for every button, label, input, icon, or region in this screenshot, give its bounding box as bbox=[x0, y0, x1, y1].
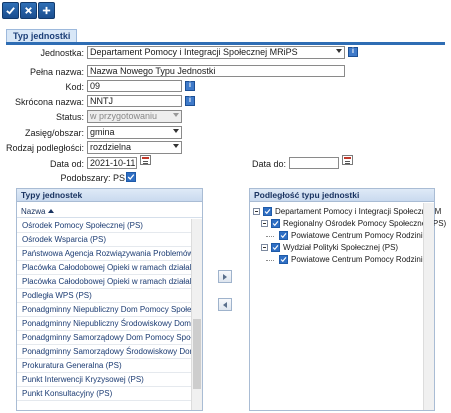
podobszary-label: Podobszary: PS bbox=[60, 173, 125, 183]
tree-checkbox[interactable] bbox=[279, 231, 288, 240]
move-left-button[interactable] bbox=[218, 298, 232, 311]
nazwa-column-label: Nazwa bbox=[21, 207, 46, 216]
list-item[interactable]: Punkt Konsultacyjny (PS) bbox=[17, 387, 199, 401]
check-icon bbox=[264, 209, 271, 215]
status-value: w przygotowaniu bbox=[90, 111, 158, 121]
skrocona-nazwa-label: Skrócona nazwa: bbox=[14, 97, 84, 107]
tree-connector bbox=[266, 236, 274, 237]
collapse-toggle-icon[interactable] bbox=[261, 220, 268, 227]
save-button[interactable] bbox=[2, 2, 19, 19]
collapse-toggle-icon[interactable] bbox=[253, 208, 260, 215]
tree-scrollbar[interactable] bbox=[423, 203, 434, 410]
info-icon[interactable]: i bbox=[185, 81, 195, 91]
rodzaj-podleglosci-select[interactable]: rozdzielna bbox=[87, 141, 182, 154]
list-item[interactable]: Ponadgminny Samorządowy Dom Pomocy Społe… bbox=[17, 331, 199, 345]
collapse-toggle-icon[interactable] bbox=[261, 244, 268, 251]
info-icon[interactable]: i bbox=[348, 47, 358, 57]
skrocona-nazwa-input[interactable]: NNTJ bbox=[87, 95, 182, 107]
status-label: Status: bbox=[55, 112, 84, 122]
tree-connector bbox=[266, 260, 274, 261]
calendar-icon[interactable] bbox=[140, 155, 151, 165]
zasieg-value: gmina bbox=[90, 127, 115, 137]
kod-input[interactable]: 09 bbox=[87, 80, 182, 92]
scrollbar-thumb[interactable] bbox=[193, 319, 201, 389]
list-item[interactable]: Ponadgminny Samorządowy Środowiskowy Dom… bbox=[17, 345, 199, 359]
zasieg-select[interactable]: gmina bbox=[87, 126, 182, 139]
chevron-down-icon bbox=[336, 49, 342, 53]
chevron-down-icon bbox=[173, 144, 179, 148]
move-right-button[interactable] bbox=[218, 270, 232, 283]
rodzaj-podleglosci-label: Rodzaj podległości: bbox=[5, 143, 84, 153]
pelna-nazwa-input[interactable]: Nazwa Nowego Typu Jednostki bbox=[87, 65, 345, 77]
list-item[interactable]: Podległa WPS (PS) bbox=[17, 289, 199, 303]
podobszary-checkbox[interactable] bbox=[126, 172, 136, 182]
tree-checkbox[interactable] bbox=[271, 243, 280, 252]
list-item[interactable]: Prokuratura Generalna (PS) bbox=[17, 359, 199, 373]
data-do-input[interactable] bbox=[289, 157, 339, 169]
list-item[interactable]: Państwowa Agencja Rozwiązywania Problemó… bbox=[17, 247, 199, 261]
typy-jednostek-panel: Typy jednostek Nazwa Ośrodek Pomocy Społ… bbox=[16, 188, 203, 411]
jednostka-value: Departament Pomocy i Integracji Społeczn… bbox=[90, 47, 298, 57]
list-item[interactable]: Ośrodek Wsparcia (PS) bbox=[17, 233, 199, 247]
tree-checkbox[interactable] bbox=[263, 207, 272, 216]
kod-label: Kod: bbox=[65, 82, 84, 92]
podleglosc-header: Podległość typu jednostki bbox=[250, 189, 434, 202]
podleglosc-panel: Podległość typu jednostki Departament Po… bbox=[249, 188, 446, 411]
rodzaj-podleglosci-value: rozdzielna bbox=[90, 142, 132, 152]
cancel-button[interactable] bbox=[20, 2, 37, 19]
chevron-down-icon bbox=[173, 113, 179, 117]
tree-checkbox[interactable] bbox=[279, 255, 288, 264]
check-icon bbox=[272, 245, 279, 251]
data-od-label: Data od: bbox=[49, 159, 84, 169]
tree-node-label[interactable]: Powiatowe Centrum Pomocy Rodzinie ( bbox=[291, 254, 432, 266]
nazwa-column-header[interactable]: Nazwa bbox=[17, 206, 202, 218]
tree-node-label[interactable]: Departament Pomocy i Integracji Społeczn… bbox=[275, 206, 441, 218]
jednostka-select[interactable]: Departament Pomocy i Integracji Społeczn… bbox=[87, 46, 345, 59]
list-item[interactable]: Punkt Interwencji Kryzysowej (PS) bbox=[17, 373, 199, 387]
x-icon bbox=[25, 7, 32, 14]
pelna-nazwa-label: Pełna nazwa: bbox=[29, 67, 84, 77]
zasieg-label: Zasięg/obszar: bbox=[24, 128, 84, 138]
check-icon bbox=[280, 257, 287, 263]
tree-node-label[interactable]: Wydział Polityki Społecznej (PS) bbox=[283, 242, 398, 254]
check-icon bbox=[280, 233, 287, 239]
list-item[interactable]: Ponadgminny Niepubliczny Środowiskowy Do… bbox=[17, 317, 199, 331]
plus-icon bbox=[42, 6, 51, 15]
info-icon[interactable]: i bbox=[185, 96, 195, 106]
toolbar bbox=[0, 0, 451, 24]
data-do-label: Data do: bbox=[251, 159, 286, 169]
list-scrollbar[interactable] bbox=[191, 219, 202, 410]
check-icon bbox=[272, 221, 279, 227]
section-divider bbox=[6, 42, 445, 45]
calendar-icon[interactable] bbox=[342, 155, 353, 165]
arrow-left-icon bbox=[223, 301, 227, 308]
section-title: Typ jednostki bbox=[6, 29, 78, 43]
typy-jednostek-header: Typy jednostek bbox=[17, 189, 202, 202]
check-icon bbox=[127, 174, 135, 180]
arrow-right-icon bbox=[223, 273, 227, 280]
list-item[interactable]: Placówka Całodobowej Opieki w ramach dzi… bbox=[17, 261, 199, 275]
list-item[interactable]: Ośrodek Pomocy Społecznej (PS) bbox=[17, 219, 199, 233]
list-item[interactable]: Ponadgminny Niepubliczny Dom Pomocy Społ… bbox=[17, 303, 199, 317]
chevron-down-icon bbox=[173, 129, 179, 133]
jednostka-label: Jednostka: bbox=[40, 48, 84, 58]
tree-checkbox[interactable] bbox=[271, 219, 280, 228]
status-select: w przygotowaniu bbox=[87, 110, 182, 123]
data-od-input[interactable]: 2021-10-11 bbox=[87, 157, 137, 169]
add-button[interactable] bbox=[38, 2, 55, 19]
sort-asc-icon bbox=[48, 209, 55, 213]
tree-node-label[interactable]: Regionalny Ośrodek Pomocy Społecznej (PS… bbox=[283, 218, 446, 230]
tree-node-label[interactable]: Powiatowe Centrum Pomocy Rodzinie ( bbox=[291, 230, 432, 242]
list-item[interactable]: Placówka Całodobowej Opieki w ramach dzi… bbox=[17, 275, 199, 289]
check-icon bbox=[6, 7, 15, 15]
